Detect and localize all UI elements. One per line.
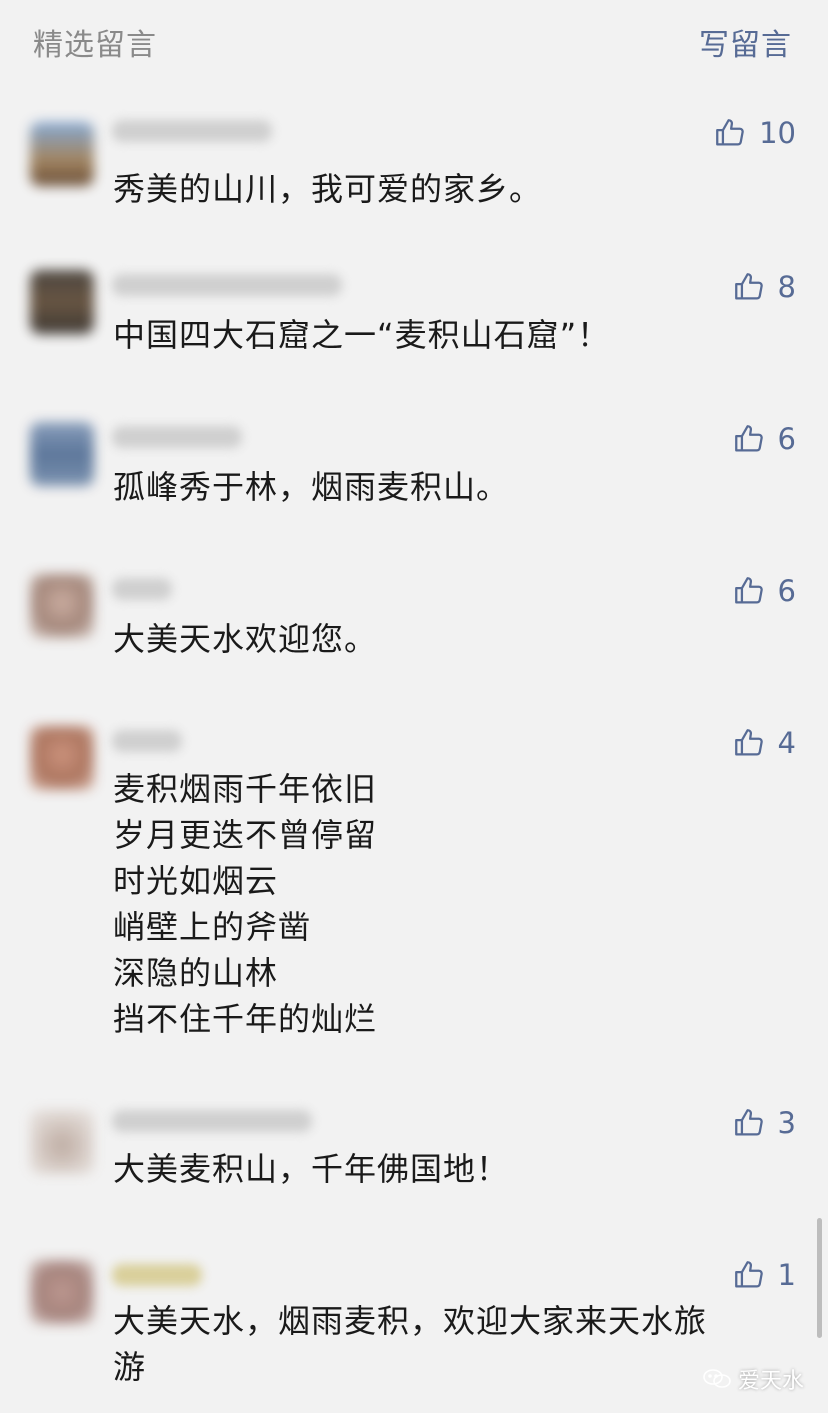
comment-line: 游 [113, 1348, 147, 1386]
avatar[interactable] [30, 726, 94, 790]
comment-line: 挡不住千年的灿烂 [113, 1000, 378, 1038]
avatar[interactable] [30, 270, 94, 334]
like-count: 8 [777, 270, 796, 304]
avatar[interactable] [30, 422, 94, 486]
like-button[interactable]: 8 [732, 270, 796, 304]
comment-line: 深隐的山林 [113, 954, 279, 992]
thumbs-up-icon [732, 574, 766, 608]
comment-line: 麦积烟雨千年依旧 [113, 770, 378, 808]
comment-content: 中国四大石窟之一“麦积山石窟”！ [113, 312, 778, 358]
like-button[interactable]: 6 [732, 422, 796, 456]
like-count: 1 [777, 1258, 796, 1292]
nickname-blurred[interactable] [112, 1110, 312, 1132]
nickname-blurred[interactable] [112, 1264, 202, 1286]
like-count: 6 [777, 422, 796, 456]
thumbs-up-icon [732, 270, 766, 304]
comment-content: 麦积烟雨千年依旧 岁月更迭不曾停留 时光如烟云 峭壁上的斧凿 深隐的山林 挡不住… [113, 766, 778, 1042]
like-count: 6 [777, 574, 796, 608]
comments-header: 精选留言 写留言 [0, 0, 828, 80]
comment-line: 中国四大石窟之一“麦积山石窟”！ [113, 316, 611, 354]
avatar[interactable] [30, 574, 94, 638]
scrollbar[interactable] [817, 1218, 822, 1338]
thumbs-up-icon [732, 422, 766, 456]
nickname-blurred[interactable] [112, 426, 242, 448]
comment-line: 大美麦积山，千年佛国地！ [113, 1150, 510, 1188]
nickname-blurred[interactable] [112, 578, 172, 600]
comment-content: 秀美的山川，我可爱的家乡。 [113, 166, 778, 212]
like-count: 3 [777, 1106, 796, 1140]
comment-content: 大美天水欢迎您。 [113, 616, 778, 662]
like-button[interactable]: 3 [732, 1106, 796, 1140]
avatar[interactable] [30, 122, 94, 186]
like-button[interactable]: 6 [732, 574, 796, 608]
nickname-blurred[interactable] [112, 730, 182, 752]
account-watermark: 爱天水 [702, 1363, 804, 1395]
comment-content: 孤峰秀于林，烟雨麦积山。 [113, 464, 778, 510]
thumbs-up-icon [732, 1258, 766, 1292]
comment-line: 岁月更迭不曾停留 [113, 816, 378, 854]
like-count: 4 [777, 726, 796, 760]
like-count: 10 [759, 116, 796, 150]
wechat-icon [702, 1368, 732, 1390]
comment-line: 秀美的山川，我可爱的家乡。 [113, 170, 543, 208]
like-button[interactable]: 4 [732, 726, 796, 760]
comment-line: 大美天水，烟雨麦积，欢迎大家来天水旅 [113, 1302, 708, 1340]
comment-line: 大美天水欢迎您。 [113, 620, 378, 658]
avatar[interactable] [30, 1110, 94, 1174]
comment-line: 孤峰秀于林，烟雨麦积山。 [113, 468, 510, 506]
nickname-blurred[interactable] [112, 120, 272, 142]
nickname-blurred[interactable] [112, 274, 342, 296]
thumbs-up-icon [713, 116, 747, 150]
comment-content: 大美麦积山，千年佛国地！ [113, 1146, 778, 1192]
write-comment-button[interactable]: 写留言 [699, 20, 792, 64]
like-button[interactable]: 10 [713, 116, 796, 150]
avatar[interactable] [30, 1260, 94, 1324]
thumbs-up-icon [732, 726, 766, 760]
watermark-text: 爱天水 [737, 1369, 804, 1394]
like-button[interactable]: 1 [732, 1258, 796, 1292]
comment-line: 时光如烟云 [113, 862, 279, 900]
comment-line: 峭壁上的斧凿 [113, 908, 312, 946]
thumbs-up-icon [732, 1106, 766, 1140]
comment-content: 大美天水，烟雨麦积，欢迎大家来天水旅 游 [113, 1298, 778, 1390]
featured-comments-title: 精选留言 [33, 28, 157, 63]
